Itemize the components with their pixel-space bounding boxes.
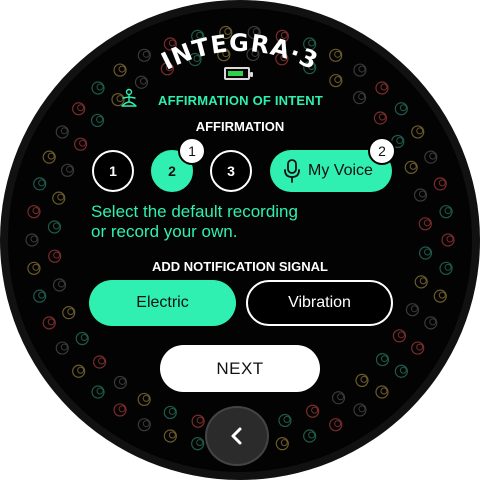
affirmation-label: AFFIRMATION [195,119,285,134]
next-button[interactable]: NEXT [160,345,320,392]
meditation-person-icon [121,88,137,107]
battery-indicator [224,67,253,80]
watch-screen: INTEGRA·3 AFFIRMATION OF INTENT AFFIRMAT… [8,8,472,472]
signal-electric-button[interactable]: Electric [89,280,236,326]
chevron-left-icon [231,427,242,445]
signal-vibration-button[interactable]: Vibration [246,280,393,326]
back-button[interactable] [205,406,269,466]
instructions-text: Select the default recording or record y… [91,202,361,242]
instructions-line-2: or record your own. [91,222,238,241]
microphone-icon [284,159,300,183]
affirmation-option-1[interactable]: 1 [92,150,134,192]
instructions-line-1: Select the default recording [91,202,298,221]
voice-order-badge: 2 [368,137,396,165]
affirmation-option-3[interactable]: 3 [210,150,252,192]
notification-signal-label: ADD NOTIFICATION SIGNAL [152,259,328,274]
my-voice-label: My Voice [308,162,373,179]
section-title: AFFIRMATION OF INTENT [158,93,323,108]
battery-fill [228,71,243,76]
selection-order-badge: 1 [178,137,206,165]
